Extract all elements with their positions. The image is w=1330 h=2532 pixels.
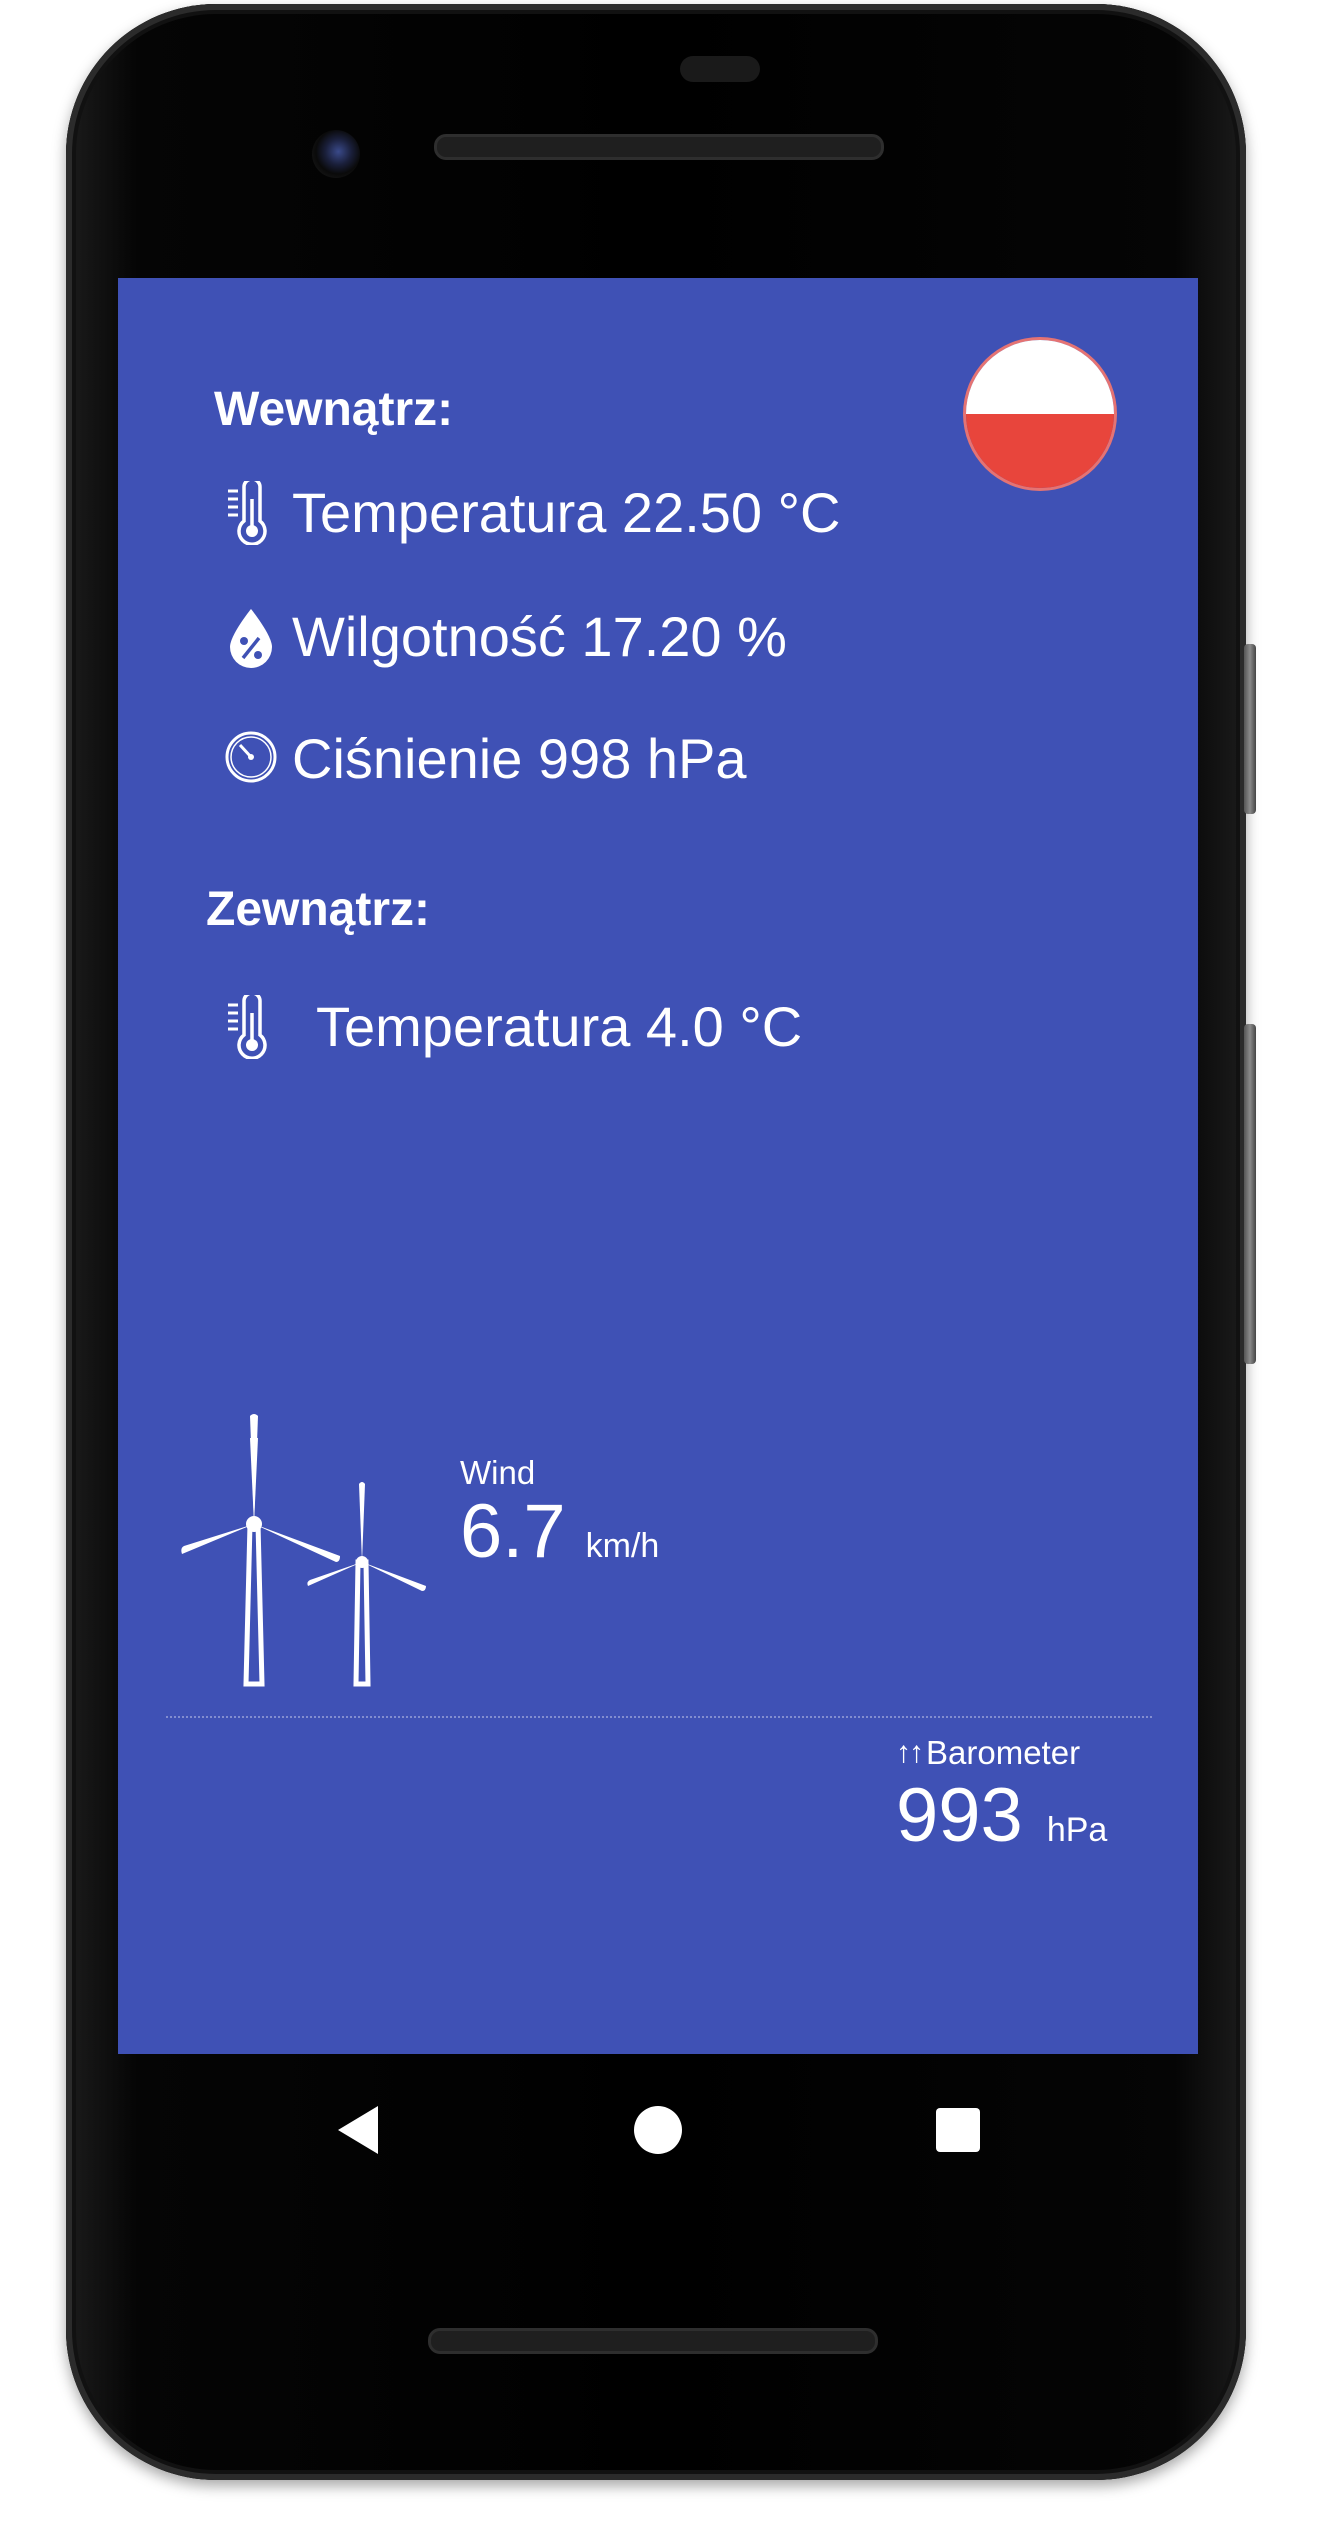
front-camera [312, 130, 360, 178]
indoor-temperature-text: Temperatura 22.50 °C [292, 481, 841, 544]
power-button [1244, 644, 1256, 814]
thermometer-icon [222, 990, 280, 1060]
outdoor-title: Zewnątrz: [206, 883, 431, 936]
barometer-label: Barometer [926, 1734, 1081, 1771]
indoor-pressure-row: Ciśnienie 998 hPa [222, 726, 747, 791]
thermometer-icon [222, 476, 280, 546]
home-circle-icon[interactable] [628, 2100, 688, 2160]
poland-flag-icon[interactable] [966, 340, 1114, 488]
indoor-title: Wewnątrz: [214, 383, 454, 436]
gauge-icon [222, 727, 280, 791]
indoor-humidity-text: Wilgotność 17.20 % [292, 605, 787, 668]
barometer-reading: 993 hPa [896, 1772, 1107, 1859]
app-screen: Wewnątrz: Temperatura 22.50 °C Wilgotnoś… [118, 278, 1198, 2054]
top-speaker-grille [434, 134, 884, 160]
rising-arrows-icon: ↑↑ [896, 1736, 924, 1769]
wind-label: Wind [460, 1454, 536, 1491]
barometer-header: ↑↑ Barometer [896, 1734, 1080, 1772]
volume-rocker [1244, 1024, 1256, 1364]
barometer-unit: hPa [1046, 1811, 1108, 1849]
outdoor-temperature-row: Temperatura 4.0 °C [222, 990, 803, 1060]
bottom-speaker-grille [428, 2328, 878, 2354]
indoor-temperature-row: Temperatura 22.50 °C [222, 476, 841, 546]
recents-square-icon[interactable] [928, 2100, 988, 2160]
wind-turbines-icon [180, 1414, 430, 1696]
wind-reading: 6.7 km/h [460, 1488, 659, 1575]
barometer-value: 993 [896, 1773, 1023, 1858]
outdoor-temperature-text: Temperatura 4.0 °C [316, 995, 803, 1058]
earpiece-slot [680, 56, 760, 82]
humidity-drop-icon [222, 605, 280, 669]
navigation-bar [118, 2054, 1198, 2204]
divider [166, 1716, 1152, 1718]
wind-value: 6.7 [460, 1489, 566, 1574]
back-triangle-icon[interactable] [330, 2100, 390, 2160]
indoor-pressure-text: Ciśnienie 998 hPa [292, 727, 747, 790]
indoor-humidity-row: Wilgotność 17.20 % [222, 604, 787, 669]
wind-unit: km/h [585, 1527, 660, 1565]
